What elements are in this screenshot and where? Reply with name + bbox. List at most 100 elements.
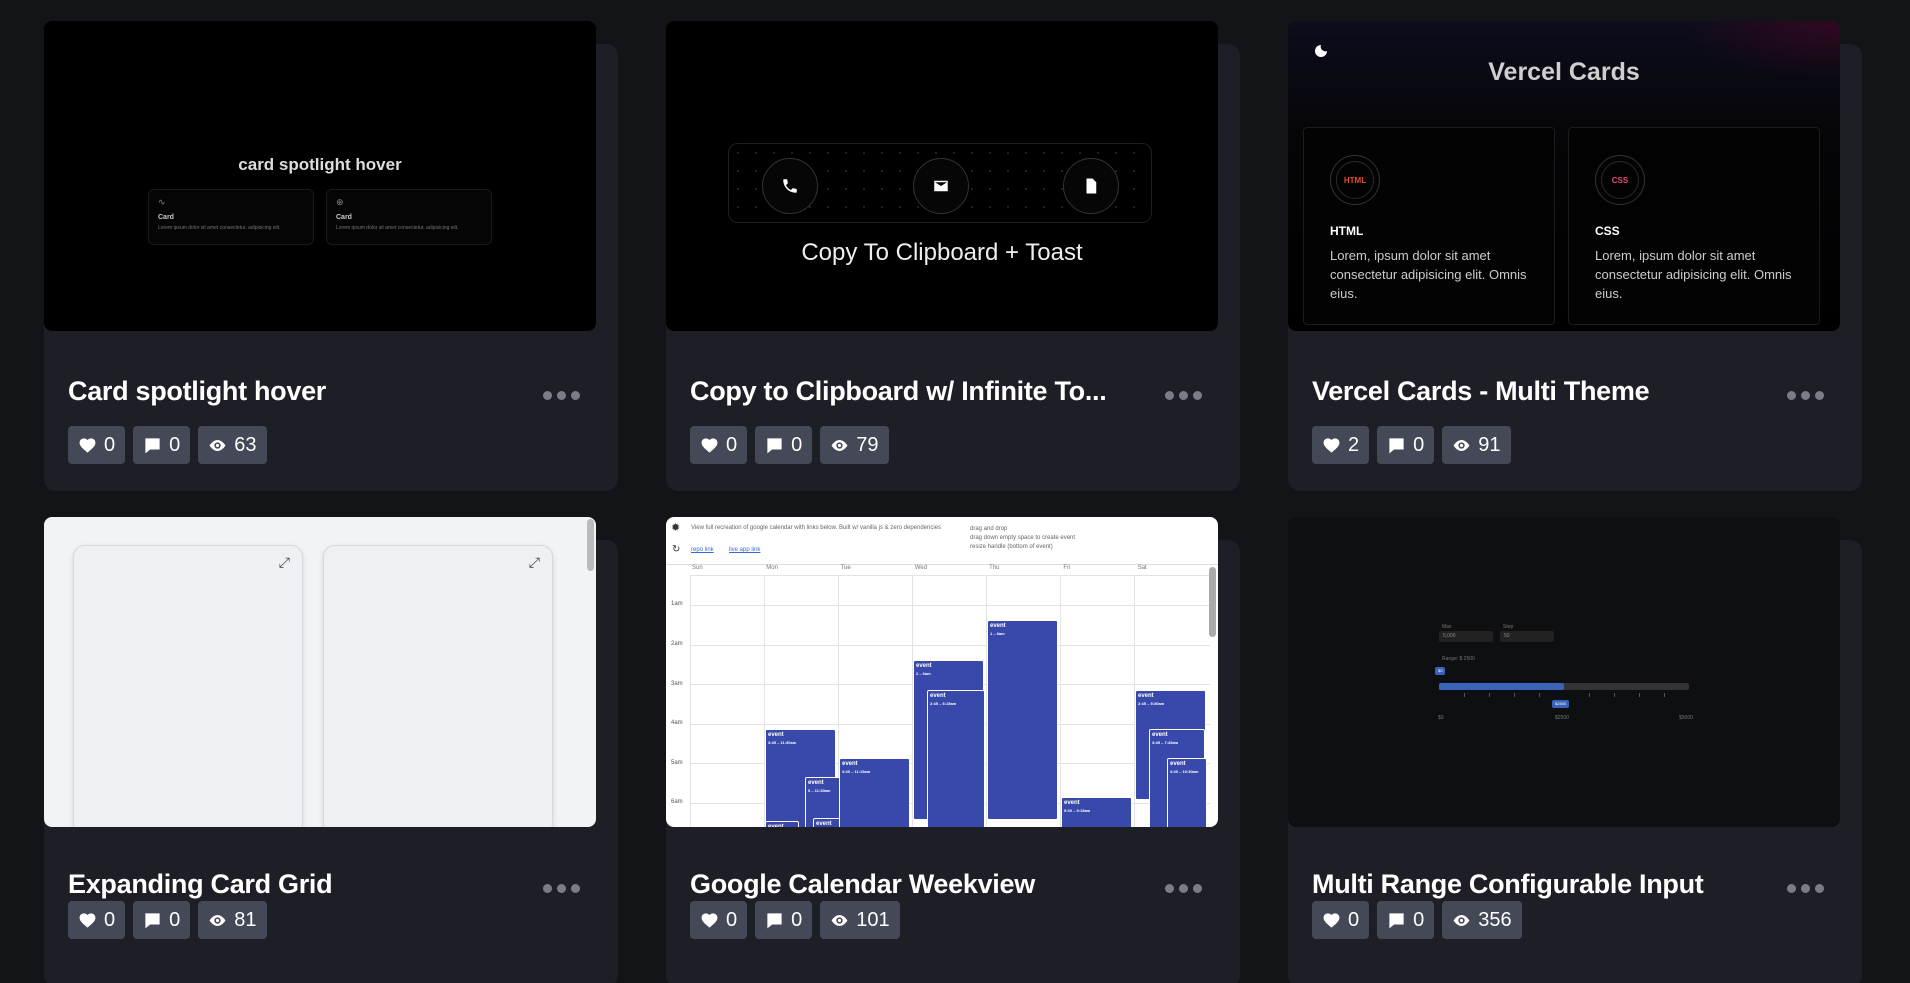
more-options-button[interactable]	[1787, 391, 1824, 400]
like-button[interactable]: 0	[690, 426, 748, 464]
more-options-button[interactable]	[543, 391, 580, 400]
card-title[interactable]: Copy to Clipboard w/ Infinite To...	[690, 376, 1107, 407]
calendar-event[interactable]: event	[765, 821, 799, 827]
heart-icon	[701, 437, 718, 453]
comment-icon	[1389, 912, 1404, 928]
views-button[interactable]: 63	[198, 426, 267, 464]
card-stats: 0 0 356	[1312, 901, 1522, 939]
refresh-icon: ↻	[672, 544, 681, 555]
scale-label: $2500	[1555, 715, 1569, 721]
heart-icon	[1323, 912, 1340, 928]
comment-button[interactable]: 0	[1377, 426, 1435, 464]
day-header: Mon	[766, 565, 778, 571]
like-count: 0	[104, 908, 116, 931]
help-text: resize handle (bottom of event)	[970, 544, 1053, 550]
expand-icon: ⤢	[528, 554, 540, 570]
more-options-button[interactable]	[1787, 884, 1824, 893]
card-stats: 0 0 81	[68, 901, 267, 939]
eye-icon	[831, 914, 848, 926]
preview-mini-card: ∿ Card Lorem ipsum dolor sit amet consec…	[148, 189, 314, 245]
views-button[interactable]: 79	[820, 426, 889, 464]
day-header: Thu	[989, 565, 1000, 571]
day-header: Sun	[692, 565, 703, 571]
repo-link[interactable]: repo link	[691, 547, 714, 553]
like-button[interactable]: 0	[690, 901, 748, 939]
calendar-event[interactable]: event 2:45 – 6:15am	[927, 690, 985, 827]
view-count: 356	[1478, 908, 1512, 931]
views-button[interactable]: 81	[198, 901, 267, 939]
expanding-card: ⤢	[73, 545, 303, 827]
dot-icon	[571, 884, 580, 893]
hour-label: 1am	[671, 601, 683, 607]
dot-icon	[557, 391, 566, 400]
comment-button[interactable]: 0	[133, 901, 191, 939]
calendar-event[interactable]: event 5:30 – 9:15am	[1061, 797, 1132, 827]
comment-count: 0	[791, 908, 803, 931]
day-header: Tue	[840, 565, 851, 571]
moon-icon	[1315, 45, 1327, 57]
card-preview[interactable]: Max 5,000 Step 50 Range: $ 2500 $0 $2500…	[1288, 517, 1840, 827]
dot-icon	[1179, 391, 1188, 400]
card-preview[interactable]: Copy To Clipboard + Toast	[666, 21, 1218, 331]
card-stats: 2 0 91	[1312, 426, 1511, 464]
like-count: 0	[726, 433, 738, 456]
calendar-event[interactable]: event 4:30 – 11:15am	[839, 758, 910, 827]
eye-icon	[831, 439, 848, 451]
more-options-button[interactable]	[1165, 391, 1202, 400]
eye-icon	[209, 914, 226, 926]
expanding-card: ⤢	[323, 545, 553, 827]
calendar-grid[interactable]: event 3:45 – 11:30am event 5 – 11:30am eve…	[690, 575, 1210, 827]
like-count: 0	[104, 433, 116, 456]
gear-icon: ✹	[671, 522, 681, 534]
dot-icon	[1787, 884, 1796, 893]
views-button[interactable]: 91	[1442, 426, 1511, 464]
like-button[interactable]: 0	[1312, 901, 1370, 939]
mini-card-text: Lorem ipsum dolor sit amet consectetur, …	[158, 225, 281, 231]
scrollbar[interactable]	[1209, 567, 1216, 637]
calendar-event[interactable]: event 4:30 – 10:30am	[1167, 758, 1207, 827]
phone-icon	[762, 158, 818, 214]
card-preview[interactable]: ⤢ ⤢	[44, 517, 596, 827]
scale-label: $5000	[1679, 715, 1693, 721]
card-title[interactable]: Vercel Cards - Multi Theme	[1312, 376, 1650, 407]
eye-icon	[1453, 439, 1470, 451]
view-count: 79	[856, 433, 879, 456]
calendar-event[interactable]: event 1 – 6am	[987, 620, 1058, 820]
hour-label: 2am	[671, 641, 683, 647]
comment-button[interactable]: 0	[1377, 901, 1435, 939]
preview-card-text: Lorem, ipsum dolor sit amet consectetur …	[1595, 248, 1792, 301]
calendar-intro: View full recreation of google calendar …	[691, 525, 942, 531]
like-button[interactable]: 2	[1312, 426, 1370, 464]
card-title[interactable]: Expanding Card Grid	[68, 869, 333, 900]
card-preview[interactable]: Vercel Cards HTML HTML Lorem, ipsum dolo…	[1288, 21, 1840, 331]
step-input[interactable]: 50	[1500, 631, 1554, 642]
range-label: Range: $ 2500	[1442, 656, 1475, 662]
eye-icon	[1453, 914, 1470, 926]
more-options-button[interactable]	[543, 884, 580, 893]
comment-button[interactable]: 0	[755, 901, 813, 939]
views-button[interactable]: 101	[820, 901, 900, 939]
min-handle-tag[interactable]: $0	[1435, 667, 1446, 675]
range-track[interactable]	[1439, 683, 1689, 690]
value-handle-tag[interactable]: $2500	[1552, 700, 1570, 708]
step-label: Step	[1503, 624, 1514, 630]
card-stats: 0 0 101	[690, 901, 900, 939]
more-options-button[interactable]	[1165, 884, 1202, 893]
dot-icon	[543, 884, 552, 893]
views-button[interactable]: 356	[1442, 901, 1522, 939]
like-button[interactable]: 0	[68, 901, 126, 939]
like-button[interactable]: 0	[68, 426, 126, 464]
card-title[interactable]: Card spotlight hover	[68, 376, 326, 407]
scrollbar[interactable]	[587, 519, 594, 571]
comment-button[interactable]: 0	[133, 426, 191, 464]
card-title[interactable]: Google Calendar Weekview	[690, 869, 1035, 900]
card-stats: 0 0 79	[690, 426, 889, 464]
mini-card-title: Card	[336, 214, 352, 221]
mini-card-text: Lorem ipsum dolor sit amet consectetur, …	[336, 225, 459, 231]
card-title[interactable]: Multi Range Configurable Input	[1312, 869, 1704, 900]
comment-button[interactable]: 0	[755, 426, 813, 464]
max-input[interactable]: 5,000	[1439, 631, 1493, 642]
live-app-link[interactable]: live app link	[729, 547, 760, 553]
card-preview[interactable]: card spotlight hover ∿ Card Lorem ipsum …	[44, 21, 596, 331]
card-preview[interactable]: ✹ ↻ View full recreation of google calen…	[666, 517, 1218, 827]
